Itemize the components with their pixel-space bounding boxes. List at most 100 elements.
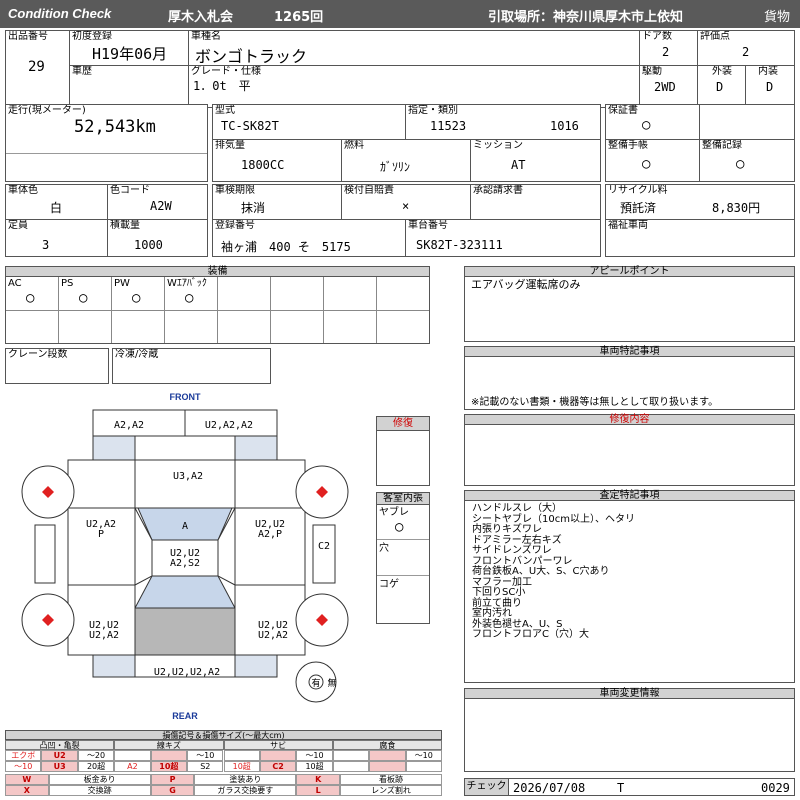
load-cell: 積載量 1000 [107, 219, 208, 257]
interior-grade: D [766, 80, 774, 94]
self-check: × [402, 199, 410, 213]
inspection-line: フロントバンパーワレ [472, 555, 573, 567]
legend-code-value: 板金あり [48, 774, 151, 785]
legend-code-value: 塗装あり [194, 774, 297, 785]
approval-cell: 承認請求書 [470, 184, 601, 220]
recycle-status: 預託済 [620, 201, 657, 215]
legend-cell: ～10 [296, 750, 333, 761]
body-color: 白 [50, 201, 63, 215]
self-check-cell: 検付自賠責 × [341, 184, 471, 220]
doors-cell: ドア数 2 [639, 30, 698, 66]
legend-cell [114, 750, 151, 761]
exterior-grade: D [716, 80, 724, 94]
damage-diagram: FRONT REAR A2,A2 U2,A2,A2 U3,A2 A C2 U2,… [21, 392, 349, 721]
seats: 3 [42, 238, 50, 252]
frame-cell: 車台番号 SK82T-323111 [405, 219, 601, 257]
legend-cell [369, 750, 406, 761]
vehicle-category: 貨物 [764, 10, 791, 25]
special-box: ※記載のない書類・機器等は無しとして取り扱います。 [464, 356, 795, 410]
legend-code-key: K [296, 774, 341, 785]
check-date: 2026/07/08 [513, 781, 586, 795]
check-row: チェック 2026/07/08 T 0029 [464, 778, 795, 796]
warranty-cell: 保証書 ○ [605, 104, 700, 140]
appeal-box: エアバッグ運転席のみ [464, 276, 795, 342]
interior-cell: 内装 D [745, 65, 795, 108]
header-bar: Condition Check 厚木入札会 1265回 引取場所：神奈川県厚木市… [0, 0, 800, 28]
plate-cell: 登録番号 袖ヶ浦 400 そ 5175 [212, 219, 406, 257]
windshield-damage: A [182, 521, 188, 532]
legend-title: 損傷記号＆損傷サイズ(～最大cm) [5, 730, 442, 740]
class-cell: 指定・類別 11523 1016 [405, 104, 601, 140]
legend-cell [332, 761, 370, 772]
cabin-burn-label: コゲ [379, 579, 399, 590]
mission-cell: ミッション AT [470, 139, 601, 182]
record-cell: 整備記録 ○ [699, 139, 795, 182]
exterior-cell: 外装 D [697, 65, 746, 108]
legend-group: 腐食 [332, 740, 442, 750]
equip-label-ac: AC [8, 278, 22, 289]
legend-cell [259, 750, 297, 761]
front-label: FRONT [170, 392, 201, 402]
recycle-cell: リサイクル料 預託済 8,830円 [605, 184, 795, 220]
equip-label-ps: PS [61, 278, 74, 289]
legend-cell [332, 750, 370, 761]
displacement-cell: 排気量 1800CC [212, 139, 342, 182]
legend-code-key: L [296, 785, 341, 796]
legend-group: サビ [223, 740, 333, 750]
check-initial: T [617, 781, 625, 795]
inspection-line: 下回りSC小 [472, 587, 526, 598]
left-bed-damage: U2,U2 U2,A2 [89, 620, 119, 641]
doors: 2 [662, 45, 670, 59]
repair-mini-title: 修復 [377, 417, 429, 431]
legend-cell: ～10 [405, 750, 442, 761]
plate-number: 袖ヶ浦 400 そ 5175 [221, 240, 351, 254]
cab-roof-damage: U2,U2 A2,S2 [170, 548, 200, 569]
cabin-tear: ○ [395, 519, 404, 535]
rear-label: REAR [172, 711, 198, 721]
equip-label-airbag: Wｴｱﾊﾞｯｸ [167, 278, 207, 289]
legend-cell [150, 750, 188, 761]
auction-number: 1265回 [274, 10, 324, 25]
frame-number: SK82T-323111 [416, 238, 503, 252]
legend-cell: U3 [41, 761, 78, 772]
lot-number: 29 [28, 59, 45, 75]
inspection-line: マフラー加工 [472, 576, 532, 588]
legend-code-key: X [5, 785, 49, 796]
history-cell: 車歴 [69, 65, 189, 108]
damage-legend: 損傷記号＆損傷サイズ(～最大cm) 凸凹・亀裂 線キズ サビ 腐食 エクボ U2 ～20 ～1… [5, 730, 442, 798]
equip-label-pw: PW [114, 278, 130, 289]
changes-box [464, 698, 795, 772]
legend-cell: C2 [259, 761, 297, 772]
drive-cell: 駆動 2WD [639, 65, 698, 108]
legend-cell: ～10 [5, 761, 42, 772]
legend-code-value: レンズ割れ [340, 785, 442, 796]
rear-damage: U2,U2,U2,A2 [154, 667, 220, 678]
legend-code-key: G [150, 785, 195, 796]
first-reg-cell: 初度登録 H19年06月 [69, 30, 189, 66]
mission: AT [511, 158, 526, 172]
spare-present: 有 [311, 677, 320, 689]
hood-damage: U3,A2 [173, 471, 203, 482]
legend-group: 凸凹・亀裂 [5, 740, 115, 750]
mileage: 52,543km [74, 117, 156, 137]
fuel: ｶﾞｿﾘﾝ [380, 160, 411, 174]
drive: 2WD [654, 80, 676, 94]
inspection-line: サイドレンズワレ [472, 545, 552, 556]
inspection-line: 外装色褪せA、U、S [472, 618, 563, 630]
repair-box [464, 424, 795, 486]
color-code-cell: 色コード A2W [107, 184, 208, 220]
class-b: 1016 [550, 119, 579, 133]
check-number: 0029 [761, 781, 790, 795]
legend-code-key: W [5, 774, 49, 785]
mileage-cell: 走行(現メーター) 52,543km [5, 104, 208, 182]
warranty: ○ [642, 117, 651, 133]
equipment-grid: AC ○ PS ○ PW ○ Wｴｱﾊﾞｯｸ ○ [5, 276, 430, 344]
score-cell: 評価点 2 [697, 30, 795, 66]
grade: 1．0t 平 [193, 79, 251, 93]
cabin-box: 客室内張 ヤブレ ○ 穴 コゲ [376, 492, 430, 624]
right-door-damage: U2,U2 A2,P [255, 519, 285, 540]
repair-mini-box: 修復 [376, 416, 430, 486]
legend-cell: エクボ [5, 750, 42, 761]
legend-cell: 20超 [77, 761, 115, 772]
check-label: チェック [465, 779, 509, 795]
